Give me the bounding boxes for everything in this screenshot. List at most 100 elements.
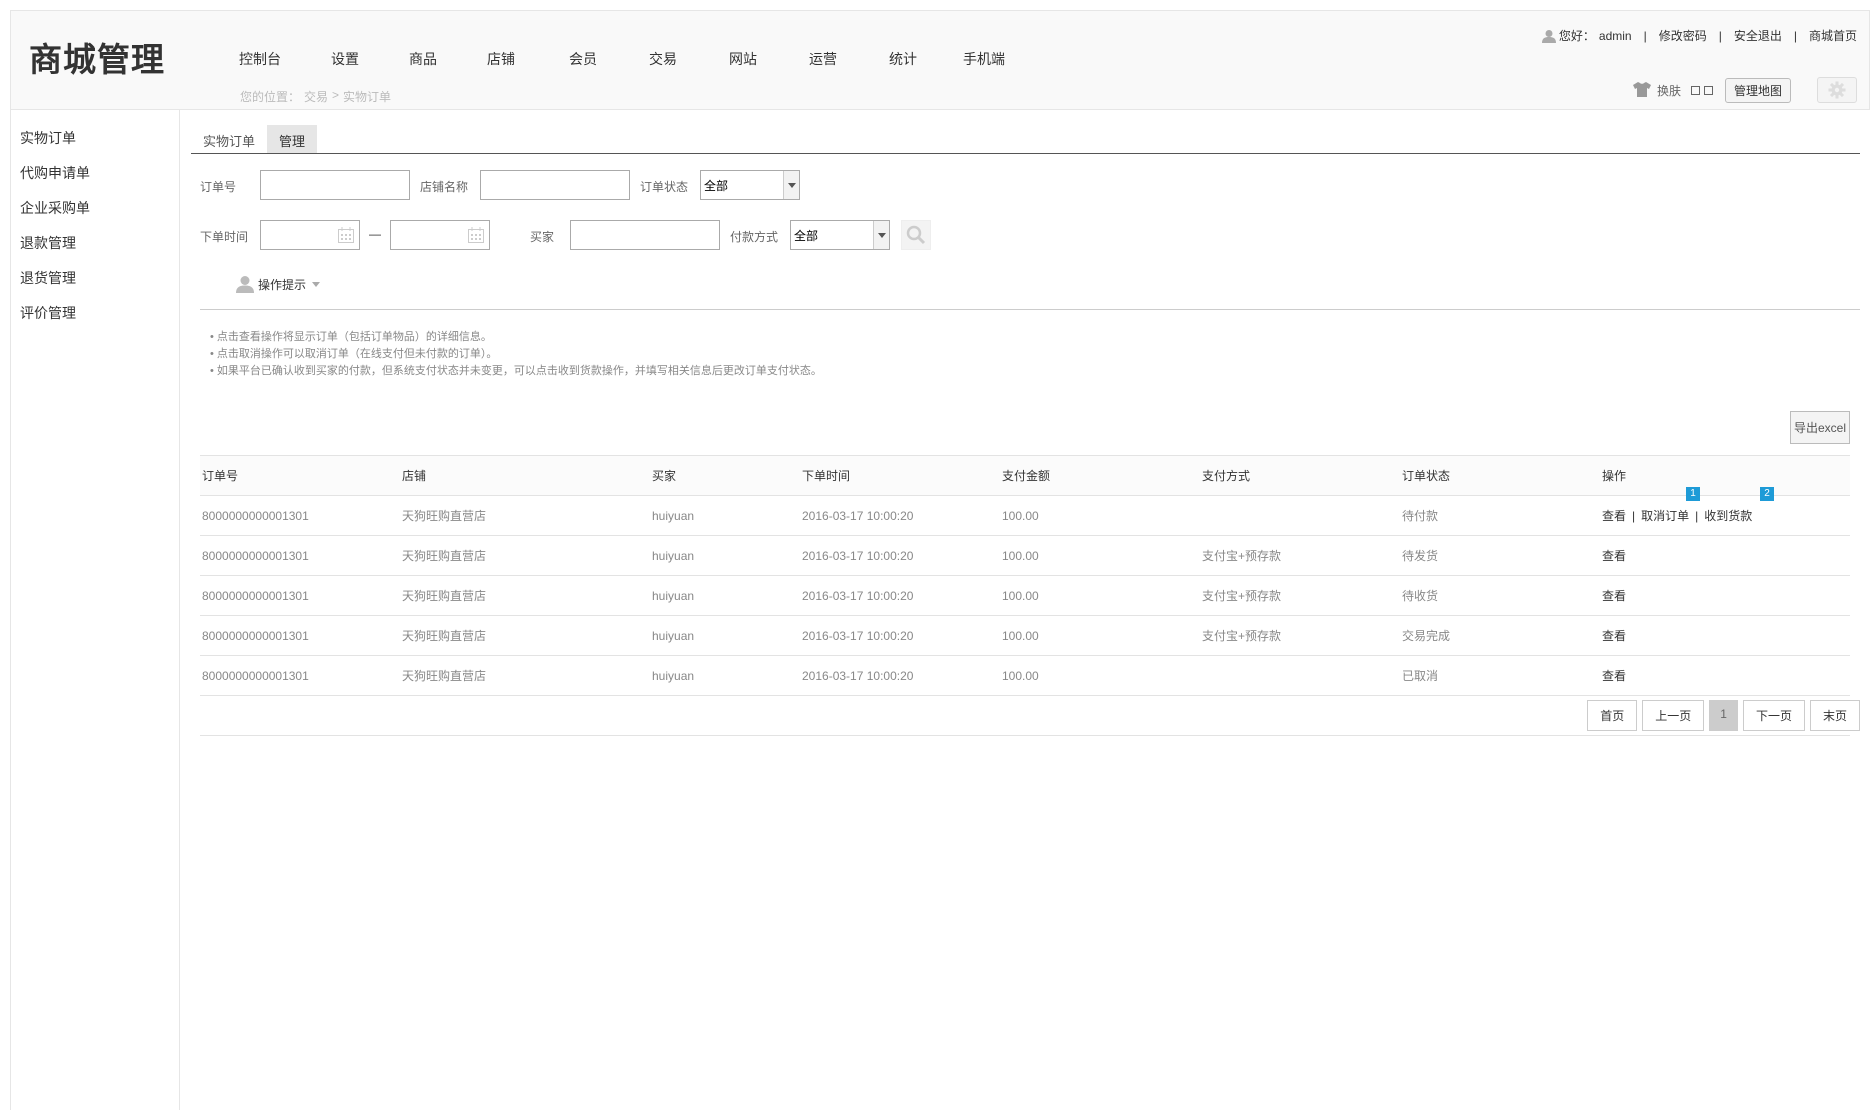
amount-cell: 100.00 xyxy=(1000,655,1200,696)
sidebar-item-reviews[interactable]: 评价管理 xyxy=(20,303,76,323)
status-cell: 待付款 xyxy=(1400,495,1600,536)
search-button[interactable] xyxy=(901,220,931,250)
header: 商城管理 控制台 设置 商品 店铺 会员 交易 网站 运营 统计 手机端 您的位… xyxy=(10,10,1870,110)
tips-toggle[interactable]: 操作提示 xyxy=(236,275,321,293)
divider xyxy=(200,735,1850,736)
amount-cell: 100.00 xyxy=(1000,615,1200,656)
breadcrumb-trade[interactable]: 交易 xyxy=(304,88,328,105)
sidebar-item-refunds[interactable]: 退款管理 xyxy=(20,233,76,253)
tab-physical-orders[interactable]: 实物订单 xyxy=(191,125,267,153)
store-cell: 天狗旺购直营店 xyxy=(400,615,650,656)
current-page: 1 xyxy=(1709,700,1738,731)
col-pay-method: 支付方式 xyxy=(1200,455,1400,496)
nav-dashboard[interactable]: 控制台 xyxy=(239,49,331,69)
order-no-input[interactable] xyxy=(260,170,410,200)
table-row: 8000000000001301 天狗旺购直营店 huiyuan 2016-03… xyxy=(200,535,1850,576)
breadcrumb-arrow: > xyxy=(332,88,340,102)
view-link[interactable]: 查看 xyxy=(1602,549,1626,563)
nav-settings[interactable]: 设置 xyxy=(331,49,409,69)
calendar-icon[interactable] xyxy=(338,227,354,246)
nav-store[interactable]: 店铺 xyxy=(487,49,569,69)
last-page-button[interactable]: 末页 xyxy=(1809,700,1860,731)
nav-goods[interactable]: 商品 xyxy=(409,49,487,69)
next-page-button[interactable]: 下一页 xyxy=(1742,700,1805,731)
sidebar-item-proxy-purchase[interactable]: 代购申请单 xyxy=(20,163,90,183)
separator: | xyxy=(1632,509,1636,523)
nav-website[interactable]: 网站 xyxy=(729,49,809,69)
sidebar-item-enterprise-purchase[interactable]: 企业采购单 xyxy=(20,198,90,218)
calendar-icon[interactable] xyxy=(468,227,484,246)
tab-manage[interactable]: 管理 xyxy=(267,125,318,153)
order-no-cell: 8000000000001301 xyxy=(200,575,400,616)
nav-trade[interactable]: 交易 xyxy=(649,49,729,69)
annotation-badge-2: 2 xyxy=(1760,487,1774,501)
tip-item: • 点击查看操作将显示订单（包括订单物品）的详细信息。 xyxy=(210,331,492,343)
chevron-down-icon xyxy=(873,221,889,249)
pay-method-value: 全部 xyxy=(794,229,819,243)
table-row: 8000000000001301 天狗旺购直营店 huiyuan 2016-03… xyxy=(200,575,1850,616)
pay-method-cell: 支付宝+预存款 xyxy=(1200,575,1400,616)
divider xyxy=(200,309,1860,310)
buyer-cell: huiyuan xyxy=(650,535,800,576)
time-cell: 2016-03-17 10:00:20 xyxy=(800,655,1000,696)
nav-mobile[interactable]: 手机端 xyxy=(963,49,1023,69)
amount-cell: 100.00 xyxy=(1000,495,1200,536)
end-date-input[interactable] xyxy=(390,220,490,250)
skin-switch[interactable]: 换肤 xyxy=(1632,81,1681,100)
view-link[interactable]: 查看 xyxy=(1602,589,1626,603)
separator: | xyxy=(1793,28,1797,43)
pagination: 首页 上一页 1 下一页 末页 xyxy=(1587,700,1860,731)
first-page-button[interactable]: 首页 xyxy=(1587,700,1638,731)
buyer-cell: huiyuan xyxy=(650,495,800,536)
logout-link[interactable]: 安全退出 xyxy=(1734,27,1782,44)
username: admin xyxy=(1598,28,1632,43)
main-nav: 控制台 设置 商品 店铺 会员 交易 网站 运营 统计 手机端 xyxy=(239,49,1023,69)
buyer-input[interactable] xyxy=(570,220,720,250)
nav-stats[interactable]: 统计 xyxy=(889,49,963,69)
order-status-value: 全部 xyxy=(704,179,729,193)
sidebar-item-returns[interactable]: 退货管理 xyxy=(20,268,76,288)
sidebar-item-physical-orders[interactable]: 实物订单 xyxy=(20,128,76,148)
order-no-cell: 8000000000001301 xyxy=(200,495,400,536)
store-name-input[interactable] xyxy=(480,170,630,200)
skin-option-2-icon[interactable] xyxy=(1703,85,1713,95)
user-bar: 您好： admin | 修改密码 | 安全退出 | 商城首页 xyxy=(1541,27,1857,44)
start-date-input[interactable] xyxy=(260,220,360,250)
export-excel-button[interactable]: 导出excel xyxy=(1790,411,1851,444)
payment-received-link[interactable]: 收到货款 xyxy=(1704,509,1752,523)
separator: | xyxy=(1695,509,1699,523)
table-row: 8000000000001301 天狗旺购直营店 huiyuan 2016-03… xyxy=(200,655,1850,696)
time-cell: 2016-03-17 10:00:20 xyxy=(800,615,1000,656)
pay-method-select[interactable]: 全部 xyxy=(790,220,890,250)
nav-member[interactable]: 会员 xyxy=(569,49,649,69)
tip-item: • 点击取消操作可以取消订单（在线支付但未付款的订单）。 xyxy=(210,348,498,360)
buyer-cell: huiyuan xyxy=(650,575,800,616)
order-no-label: 订单号 xyxy=(200,180,237,194)
view-link[interactable]: 查看 xyxy=(1602,509,1626,523)
cancel-order-link[interactable]: 取消订单 xyxy=(1641,509,1689,523)
annotation-badge-1: 1 xyxy=(1686,487,1700,501)
store-cell: 天狗旺购直营店 xyxy=(400,535,650,576)
prev-page-button[interactable]: 上一页 xyxy=(1642,700,1705,731)
site-map-button[interactable]: 管理地图 xyxy=(1724,77,1791,103)
buyer-label: 买家 xyxy=(530,230,555,244)
table-header-row: 订单号 店铺 买家 下单时间 支付金额 支付方式 订单状态 操作 xyxy=(200,455,1850,496)
store-home-link[interactable]: 商城首页 xyxy=(1809,27,1857,44)
view-link[interactable]: 查看 xyxy=(1602,669,1626,683)
pay-method-cell xyxy=(1200,495,1400,536)
col-store: 店铺 xyxy=(400,455,650,496)
greeting-label: 您好： xyxy=(1558,29,1595,43)
view-link[interactable]: 查看 xyxy=(1602,629,1626,643)
settings-button[interactable] xyxy=(1817,77,1857,103)
search-icon xyxy=(906,225,926,245)
date-range-dash: — xyxy=(369,227,381,241)
order-no-cell: 8000000000001301 xyxy=(200,655,400,696)
user-icon xyxy=(236,276,254,293)
top-tools: 换肤 管理地图 xyxy=(1632,77,1857,103)
order-no-cell: 8000000000001301 xyxy=(200,535,400,576)
skin-option-1-icon[interactable] xyxy=(1690,85,1700,95)
nav-operation[interactable]: 运营 xyxy=(809,49,889,69)
buyer-cell: huiyuan xyxy=(650,655,800,696)
change-password-link[interactable]: 修改密码 xyxy=(1659,27,1707,44)
order-status-select[interactable]: 全部 xyxy=(700,170,800,200)
